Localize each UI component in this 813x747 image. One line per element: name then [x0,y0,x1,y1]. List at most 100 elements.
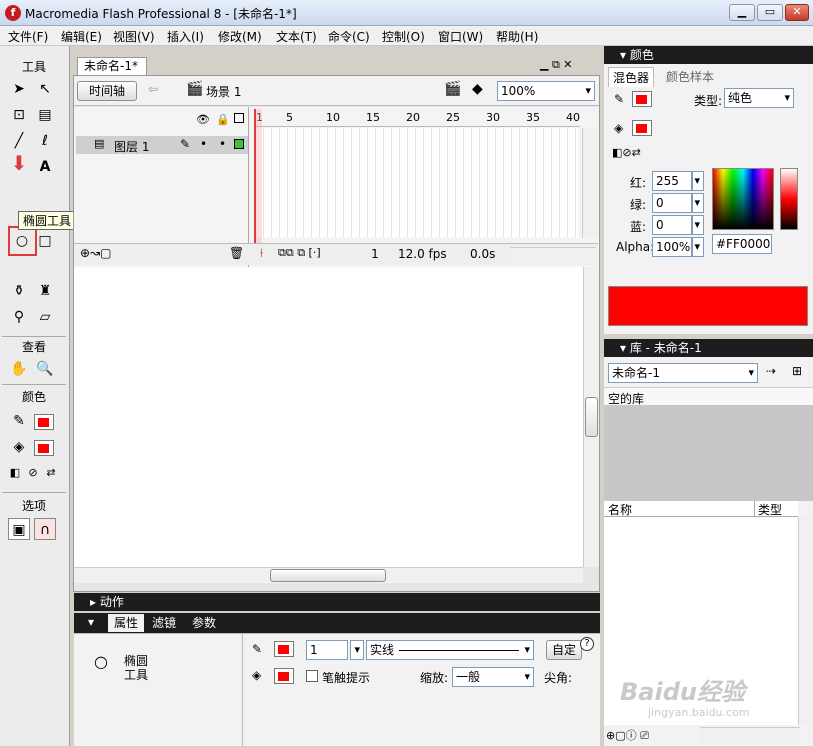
pin-library-icon[interactable]: ⇢ [766,364,776,378]
add-layer-icon[interactable]: ⊕↝▢ [80,246,111,260]
back-arrow-icon[interactable]: ⇦ [148,82,158,96]
edit-symbol-icon[interactable]: ◆ [472,81,483,97]
green-input[interactable]: 0 [652,193,692,213]
layer-dot-icon: • [219,137,227,151]
stage-canvas[interactable] [74,267,584,567]
menu-file[interactable]: 文件(F) [8,28,48,45]
color-panel-header[interactable]: ▾ 颜色 [604,46,813,64]
hex-input[interactable]: #FF0000 [712,234,772,254]
zoom-select[interactable]: 100% [497,81,595,101]
snap-magnet-icon[interactable]: ∩ [34,518,56,540]
stroke-color-swatch[interactable] [274,641,294,657]
ink-bottle-tool-icon[interactable]: ⚱ [8,280,30,302]
stroke-width-input[interactable]: 1 [306,640,348,660]
hscroll-thumb[interactable] [270,569,386,582]
column-type[interactable]: 类型 [758,501,782,518]
rectangle-tool-icon[interactable]: □ [34,230,56,252]
lock-icon[interactable]: 🔒 [216,113,230,126]
document-tab[interactable]: 未命名-1* [77,57,147,75]
onion-skin-icons[interactable]: ⧉⧉ ⧉ [·] [278,246,321,260]
tab-swatches[interactable]: 颜色样本 [666,68,714,85]
edit-scene-icon[interactable]: 🎬 [444,81,461,97]
center-frame-icon[interactable]: ⍿ [260,246,263,261]
new-library-icon[interactable]: ⊞ [792,364,802,378]
frames-grid[interactable] [256,128,578,238]
outline-icon[interactable] [234,113,244,123]
library-scrollbar[interactable] [798,517,813,725]
library-footer-icons[interactable]: ⊕▢ⓘ ⎚ [606,727,649,743]
fill-color-swatch[interactable] [34,440,54,456]
eye-icon[interactable]: 👁 [196,113,210,126]
blue-dropdown[interactable] [692,215,704,235]
close-button[interactable]: ✕ [785,4,809,21]
brightness-slider[interactable] [780,168,798,230]
actions-panel-header[interactable]: ▸ 动作 [74,593,600,611]
menu-edit[interactable]: 编辑(E) [61,28,102,45]
stage-vscroll[interactable] [583,267,599,567]
doc-window-controls-icon[interactable]: ▁ ⧉ ✕ [540,58,573,72]
custom-stroke-button[interactable]: 自定 [546,640,582,660]
zoom-tool-icon[interactable]: 🔍 [34,358,56,380]
oval-tool-icon[interactable]: ○ [11,230,33,252]
playhead[interactable] [254,109,262,249]
collapse-arrow-icon[interactable]: ▾ [88,613,94,631]
fill-color-swatch[interactable] [274,668,294,684]
hand-tool-icon[interactable]: ✋ [8,358,30,380]
vscroll-thumb[interactable] [585,397,598,437]
eyedropper-tool-icon[interactable]: ⚲ [8,306,30,328]
timeline-toggle-button[interactable]: 时间轴 [77,81,137,101]
scale-select[interactable]: 一般 [452,667,534,687]
library-hscroll[interactable] [700,727,800,743]
selection-tool-icon[interactable]: ➤ [8,78,30,100]
layer-row[interactable]: ▤ 图层 1 ✎ • • [76,136,248,154]
delete-layer-icon[interactable]: 🗑 [229,246,244,260]
tab-filters[interactable]: 滤镜 [152,614,176,632]
paint-bucket-tool-icon[interactable]: ♜ [34,280,56,302]
stroke-width-dropdown[interactable] [350,640,364,660]
type-select[interactable]: 纯色 [724,88,794,108]
help-icon[interactable]: ? [580,637,594,651]
red-dropdown[interactable] [692,171,704,191]
tab-parameters[interactable]: 参数 [192,614,216,632]
menu-help[interactable]: 帮助(H) [496,28,538,45]
timeline-scrollbar[interactable] [582,128,598,238]
text-tool-icon[interactable]: A [34,156,56,178]
edit-bar: 时间轴 ⇦ 🎬 场景 1 🎬 ◆ 100% [74,76,599,106]
menu-window[interactable]: 窗口(W) [438,28,483,45]
lasso-tool-icon[interactable]: ℓ [34,130,56,152]
line-tool-icon[interactable]: ╱ [8,130,30,152]
eraser-tool-icon[interactable]: ▱ [34,306,56,328]
menu-view[interactable]: 视图(V) [113,28,155,45]
object-drawing-icon[interactable]: ▣ [8,518,30,540]
subselection-tool-icon[interactable]: ↖ [34,78,56,100]
swap-colors-icon[interactable]: ⇄ [40,462,62,484]
menu-control[interactable]: 控制(O) [382,28,425,45]
library-panel-header[interactable]: ▾ 库 - 未命名-1 [604,339,813,357]
menu-modify[interactable]: 修改(M) [218,28,262,45]
minimize-button[interactable]: ▁ [729,4,755,21]
tab-mixer[interactable]: 混色器 [608,67,655,87]
mixer-stroke-swatch[interactable] [632,91,652,107]
hinting-checkbox[interactable] [306,670,318,682]
menu-insert[interactable]: 插入(I) [167,28,204,45]
maximize-button[interactable]: ▭ [757,4,783,21]
alpha-input[interactable]: 100% [652,237,692,257]
library-document-select[interactable]: 未命名-1 [608,363,758,383]
mixer-fill-swatch[interactable] [632,120,652,136]
column-name[interactable]: 名称 [608,501,632,518]
blue-input[interactable]: 0 [652,215,692,235]
timeline-hscroll[interactable] [510,247,596,263]
stroke-style-select[interactable]: 实线 [366,640,534,660]
menu-text[interactable]: 文本(T) [276,28,317,45]
menu-commands[interactable]: 命令(C) [328,28,370,45]
alpha-dropdown[interactable] [692,237,704,257]
mixer-default-colors-icon[interactable]: ◧⊘⇄ [612,146,641,159]
tab-properties[interactable]: 属性 [108,614,145,632]
color-spectrum[interactable] [712,168,774,230]
red-input[interactable]: 255 [652,171,692,191]
stage-hscroll[interactable] [74,567,583,583]
free-transform-tool-icon[interactable]: ⊡ [8,104,30,126]
stroke-color-swatch[interactable] [34,414,54,430]
gradient-transform-tool-icon[interactable]: ▤ [34,104,56,126]
green-dropdown[interactable] [692,193,704,213]
